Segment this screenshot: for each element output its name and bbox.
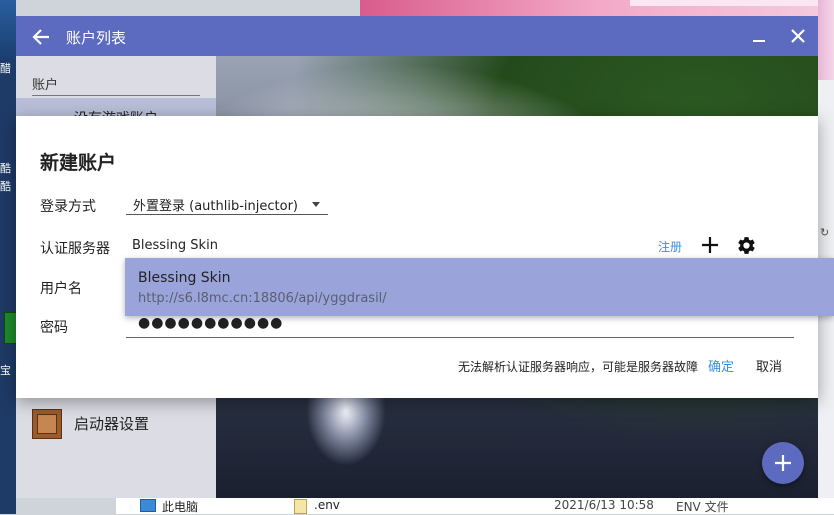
- auth-server-option[interactable]: Blessing Skin http://s6.l8mc.cn:18806/ap…: [125, 258, 834, 316]
- chevron-down-icon: [312, 202, 320, 207]
- cancel-button[interactable]: 取消: [756, 356, 782, 375]
- background-window-right-top: [818, 0, 834, 80]
- option-server-url: http://s6.l8mc.cn:18806/api/yggdrasil/: [138, 291, 387, 306]
- dialog-title: 新建账户: [40, 152, 117, 174]
- password-field[interactable]: ●●●●●●●●●●●: [126, 313, 794, 338]
- error-message: 无法解析认证服务器响应，可能是服务器故障: [458, 360, 699, 374]
- login-method-select[interactable]: 外置登录 (authlib-injector): [126, 188, 328, 215]
- plus-icon[interactable]: [700, 235, 720, 255]
- sidebar-header: 账户: [32, 74, 200, 96]
- gear-icon[interactable]: [736, 235, 757, 256]
- desktop-icon-label-fragment: 酷: [0, 180, 11, 193]
- login-method-value: 外置登录 (authlib-injector): [133, 199, 298, 214]
- explorer-file-name[interactable]: .env: [314, 498, 340, 512]
- auth-server-label: 认证服务器: [40, 241, 110, 257]
- desktop-icon-label-fragment: 酷: [0, 162, 11, 175]
- add-fab-icon: [775, 455, 791, 471]
- background-window-strip: [630, 0, 834, 6]
- desktop-left-edge: [0, 0, 16, 514]
- file-explorer-row[interactable]: 此电脑 .env 2021/6/13 10:58 ENV 文件: [116, 498, 834, 514]
- auth-server-select[interactable]: Blessing Skin: [132, 238, 218, 253]
- explorer-file-type: ENV 文件: [676, 500, 729, 514]
- explorer-this-pc-label[interactable]: 此电脑: [162, 498, 198, 515]
- explorer-file-date: 2021/6/13 10:58: [554, 498, 654, 512]
- desktop-icon-browser[interactable]: [0, 0, 16, 60]
- new-account-dialog: 新建账户 登录方式 外置登录 (authlib-injector) 认证服务器 …: [16, 116, 818, 398]
- password-value: ●●●●●●●●●●●: [138, 315, 284, 331]
- desktop-icon-label-fragment: 宝: [0, 364, 11, 377]
- sidebar-item-launcher-settings[interactable]: 启动器设置: [16, 401, 216, 445]
- title-bar: 账户列表: [16, 16, 818, 56]
- file-icon: [294, 499, 307, 514]
- refresh-icon[interactable]: ↻: [820, 226, 832, 240]
- add-fab-button[interactable]: [762, 442, 804, 484]
- register-link[interactable]: 注册: [658, 238, 682, 255]
- minimize-icon[interactable]: [750, 28, 768, 46]
- back-arrow-icon[interactable]: [30, 26, 52, 48]
- login-method-label: 登录方式: [40, 199, 96, 215]
- desktop-icon-label-fragment: 醋: [0, 62, 11, 75]
- close-icon[interactable]: [788, 26, 808, 46]
- username-label: 用户名: [40, 281, 82, 297]
- sidebar-item-label: 启动器设置: [74, 415, 150, 433]
- option-server-name: Blessing Skin: [138, 270, 231, 286]
- computer-icon: [140, 499, 156, 512]
- confirm-button[interactable]: 确定: [708, 356, 734, 375]
- window-title: 账户列表: [66, 29, 127, 47]
- password-label: 密码: [40, 320, 68, 336]
- command-block-icon: [32, 409, 62, 439]
